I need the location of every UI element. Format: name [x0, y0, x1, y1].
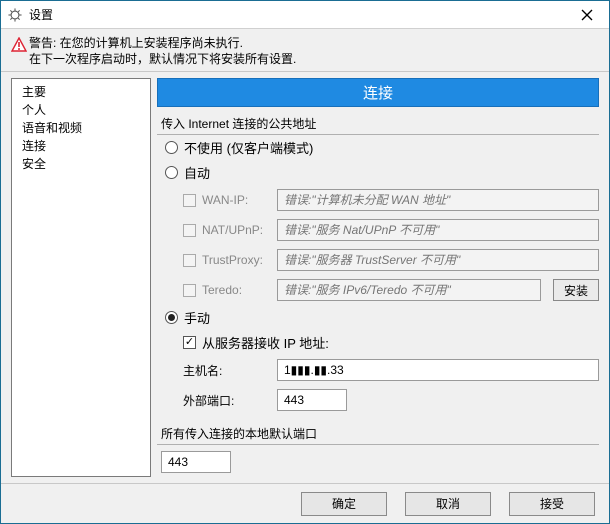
window-close-button[interactable] [565, 1, 609, 29]
panel-header: 连接 [157, 78, 599, 107]
radio-manual[interactable]: 手动 [157, 305, 599, 330]
radio-icon [165, 311, 178, 324]
settings-sidebar: 主要 个人 语音和视频 连接 安全 [11, 78, 151, 477]
install-warning: 警告: 在您的计算机上安装程序尚未执行. 在下一次程序启动时，默认情况下将安装所… [1, 29, 609, 69]
wan-ip-field [277, 189, 599, 211]
accept-button[interactable]: 接受 [509, 492, 595, 516]
local-port-input[interactable] [161, 451, 231, 473]
incoming-public-address-group: 传入 Internet 连接的公共地址 不使用 (仅客户端模式) 自动 [157, 115, 599, 415]
teredo-label: Teredo: [202, 283, 242, 297]
wan-ip-label: WAN-IP: [202, 193, 248, 207]
teredo-field [277, 279, 541, 301]
warning-icon [11, 35, 29, 56]
settings-panel: 连接 传入 Internet 连接的公共地址 不使用 (仅客户端模式) 自动 [157, 78, 599, 477]
nat-upnp-label: NAT/UPnP: [202, 223, 263, 237]
local-port-legend: 所有传入连接的本地默认端口 [161, 425, 599, 442]
sidebar-item-connection[interactable]: 连接 [12, 137, 150, 155]
settings-window: 设置 警告: 在您的计算机上安装程序尚未执行. 在下一次程序启动时，默认情况下将… [0, 0, 610, 524]
window-title: 设置 [29, 6, 565, 23]
sidebar-item-voice-video[interactable]: 语音和视频 [12, 119, 150, 137]
trustproxy-checkbox [183, 254, 196, 267]
sidebar-item-security[interactable]: 安全 [12, 155, 150, 173]
ok-button[interactable]: 确定 [301, 492, 387, 516]
warning-line1: 警告: 在您的计算机上安装程序尚未执行. [29, 36, 243, 50]
trustproxy-label: TrustProxy: [202, 253, 263, 267]
dialog-footer: 确定 取消 接受 [1, 483, 609, 523]
from-server-checkbox[interactable] [183, 336, 196, 349]
nat-upnp-checkbox [183, 224, 196, 237]
teredo-install-button[interactable]: 安装 [553, 279, 599, 301]
auto-options: WAN-IP: NAT/UPnP: Tr [157, 185, 599, 305]
cancel-button[interactable]: 取消 [405, 492, 491, 516]
titlebar: 设置 [1, 1, 609, 29]
app-icon [7, 7, 23, 23]
incoming-legend: 传入 Internet 连接的公共地址 [161, 115, 599, 132]
nat-upnp-field [277, 219, 599, 241]
radio-auto[interactable]: 自动 [157, 160, 599, 185]
local-default-port-group: 所有传入连接的本地默认端口 [157, 425, 599, 473]
sidebar-item-main[interactable]: 主要 [12, 83, 150, 101]
host-label: 主机名: [183, 362, 269, 379]
ext-port-input[interactable] [277, 389, 347, 411]
trustproxy-field [277, 249, 599, 271]
host-input[interactable] [277, 359, 599, 381]
sidebar-item-personal[interactable]: 个人 [12, 101, 150, 119]
radio-manual-label: 手动 [184, 308, 210, 327]
close-icon [581, 9, 593, 21]
from-server-label: 从服务器接收 IP 地址: [202, 333, 329, 352]
warning-line2: 在下一次程序启动时，默认情况下将安装所有设置. [29, 52, 296, 66]
radio-auto-label: 自动 [184, 163, 210, 182]
radio-icon [165, 141, 178, 154]
manual-options: 从服务器接收 IP 地址: 主机名: 外部端口: [157, 330, 599, 415]
radio-icon [165, 166, 178, 179]
wan-ip-checkbox [183, 194, 196, 207]
teredo-checkbox [183, 284, 196, 297]
radio-not-used-label: 不使用 (仅客户端模式) [184, 138, 313, 157]
ext-port-label: 外部端口: [183, 392, 269, 409]
radio-not-used[interactable]: 不使用 (仅客户端模式) [157, 135, 599, 160]
